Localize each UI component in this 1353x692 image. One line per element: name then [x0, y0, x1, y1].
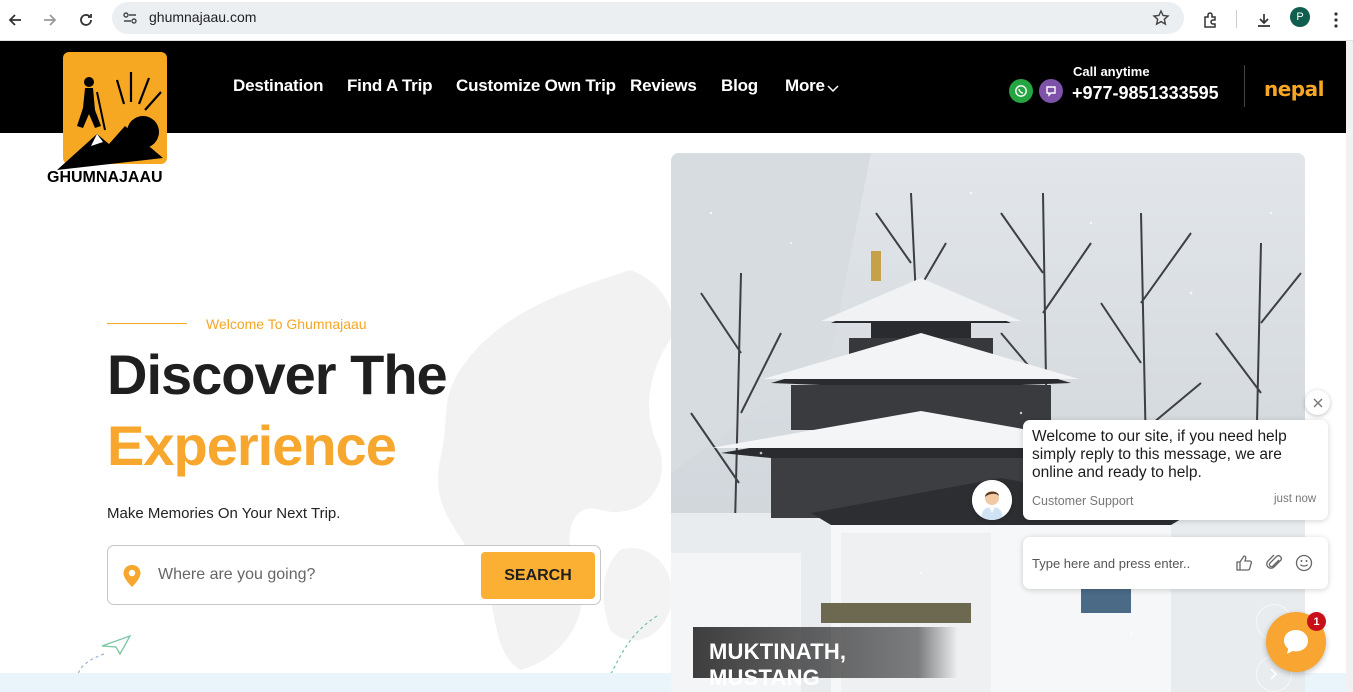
chat-message-bubble: Welcome to our site, if you need help si… [1023, 420, 1328, 520]
chevron-down-icon[interactable] [827, 80, 839, 98]
forward-icon[interactable] [38, 8, 62, 32]
back-icon[interactable] [3, 8, 27, 32]
whatsapp-icon[interactable] [1009, 79, 1033, 103]
address-bar[interactable]: ghumnajaau.com [112, 2, 1184, 34]
nav-more[interactable]: More [785, 76, 825, 96]
browser-toolbar: ghumnajaau.com P [0, 0, 1353, 41]
reload-icon[interactable] [74, 8, 98, 32]
welcome-text: Welcome To Ghumnajaau [206, 316, 367, 332]
site-logo[interactable]: GHUMNAJAAU [45, 52, 175, 186]
call-anytime-label: Call anytime [1073, 64, 1150, 79]
emoji-icon[interactable] [1294, 553, 1314, 573]
chat-message-input[interactable] [1032, 552, 1222, 574]
close-icon [1313, 398, 1322, 407]
chevron-right-icon [1270, 668, 1278, 680]
photo-caption: MUKTINATH, MUSTANG [693, 627, 958, 690]
chat-agent-avatar [972, 480, 1012, 520]
scrollbar-track[interactable] [1346, 41, 1353, 692]
welcome-accent-line [107, 323, 187, 324]
chat-close-button[interactable] [1305, 390, 1330, 415]
nav-blog[interactable]: Blog [721, 76, 758, 96]
chat-unread-badge: 1 [1307, 612, 1326, 631]
toolbar-divider [1236, 10, 1237, 28]
map-pin-icon [122, 564, 142, 593]
search-button[interactable]: SEARCH [481, 552, 595, 599]
extensions-icon[interactable] [1199, 8, 1223, 32]
hero-headline: Discover The [107, 343, 448, 406]
hero-tagline: Make Memories On Your Next Trip. [107, 505, 341, 522]
nav-reviews[interactable]: Reviews [630, 76, 697, 96]
bookmark-star-icon[interactable] [1152, 9, 1170, 32]
profile-avatar[interactable]: P [1290, 7, 1310, 27]
header-divider [1244, 65, 1245, 107]
site-info-icon[interactable] [122, 10, 138, 31]
logo-text: GHUMNAJAAU [47, 169, 163, 184]
thumbs-up-icon[interactable] [1234, 553, 1254, 573]
viber-icon[interactable] [1039, 79, 1063, 103]
chat-timestamp: just now [1274, 493, 1317, 505]
menu-kebab-icon[interactable] [1324, 8, 1348, 32]
chat-agent-name: Customer Support [1032, 494, 1134, 508]
chat-message-text: Welcome to our site, if you need help si… [1032, 428, 1287, 481]
hero-headline-accent: Experience [107, 414, 397, 477]
phone-number[interactable]: +977-9851333595 [1072, 83, 1219, 104]
destination-search-form: SEARCH [107, 545, 601, 605]
url-text: ghumnajaau.com [149, 9, 257, 25]
nav-find-a-trip[interactable]: Find A Trip [347, 76, 433, 96]
download-icon[interactable] [1252, 8, 1276, 32]
destination-search-input[interactable] [158, 557, 468, 593]
photo-caption-text: MUKTINATH, MUSTANG [709, 639, 847, 690]
nav-customize-own-trip[interactable]: Customize Own Trip [456, 76, 616, 96]
chat-bubble-icon [1284, 630, 1308, 654]
nepal-badge[interactable]: nepal [1264, 77, 1324, 101]
nav-destination[interactable]: Destination [233, 76, 324, 96]
chat-input-bar [1023, 537, 1328, 589]
attachment-icon[interactable] [1265, 553, 1285, 573]
